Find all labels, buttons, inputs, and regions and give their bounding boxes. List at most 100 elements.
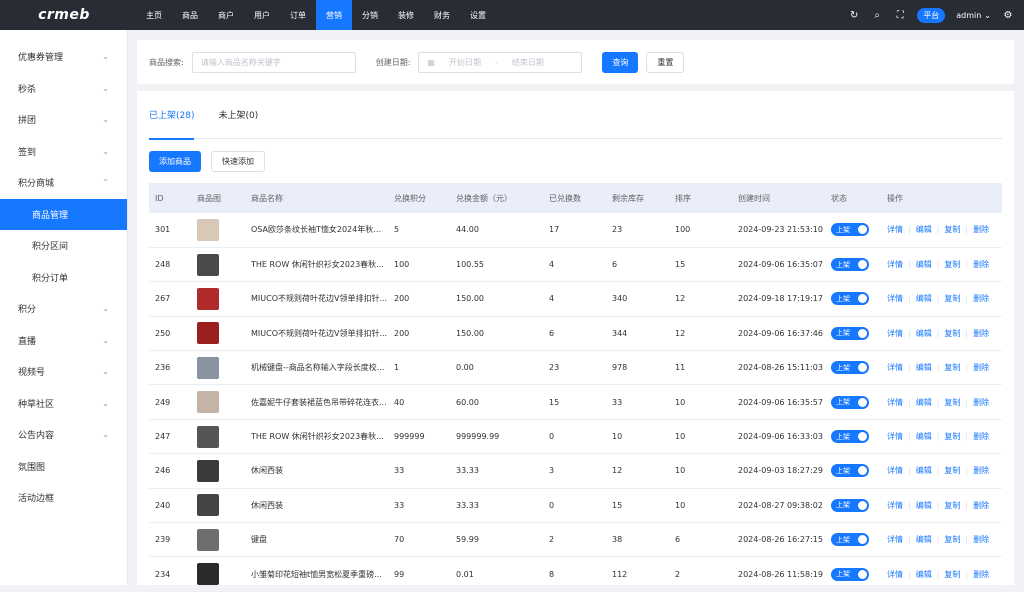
user-menu[interactable]: admin ⌄ — [956, 11, 991, 20]
sidebar-item[interactable]: 公告内容 ⌄ — [0, 419, 127, 451]
status-toggle[interactable]: 上架 — [831, 464, 869, 478]
row-action-link[interactable]: 详情 — [887, 535, 903, 544]
nav-item[interactable]: 订单 — [280, 0, 316, 30]
sidebar-item[interactable]: 优惠券管理 ⌄ — [0, 41, 127, 73]
product-thumbnail[interactable] — [197, 391, 219, 414]
sidebar-item[interactable]: 活动边框 — [0, 482, 127, 514]
row-action-link[interactable]: 复制 — [944, 363, 960, 372]
row-action-link[interactable]: 编辑 — [916, 260, 932, 269]
status-toggle[interactable]: 上架 — [831, 395, 869, 409]
query-button[interactable]: 查询 — [602, 51, 639, 73]
row-action-link[interactable]: 复制 — [944, 329, 960, 338]
row-action-link[interactable]: 编辑 — [916, 570, 932, 579]
product-search-input[interactable]: 请输入商品名称关键字 — [191, 51, 356, 73]
status-toggle[interactable]: 上架 — [831, 361, 869, 375]
gear-icon[interactable]: ⚙ — [1002, 9, 1014, 21]
status-toggle[interactable]: 上架 — [831, 567, 869, 581]
sidebar-item[interactable]: 直播 ⌄ — [0, 325, 127, 357]
nav-item[interactable]: 主页 — [136, 0, 172, 30]
row-action-link[interactable]: 编辑 — [916, 466, 932, 475]
logo[interactable]: crmeb — [0, 0, 128, 30]
row-action-link[interactable]: 删除 — [973, 225, 989, 234]
row-action-link[interactable]: 删除 — [973, 294, 989, 303]
nav-item[interactable]: 财务 — [424, 0, 460, 30]
product-thumbnail[interactable] — [197, 563, 219, 586]
row-action-link[interactable]: 详情 — [887, 432, 903, 441]
row-action-link[interactable]: 编辑 — [916, 329, 932, 338]
row-action-link[interactable]: 详情 — [887, 260, 903, 269]
row-action-link[interactable]: 复制 — [944, 501, 960, 510]
row-action-link[interactable]: 复制 — [944, 466, 960, 475]
status-toggle[interactable]: 上架 — [831, 430, 869, 444]
row-action-link[interactable]: 详情 — [887, 329, 903, 338]
sidebar-item[interactable]: 拼团 ⌄ — [0, 104, 127, 136]
sidebar-item[interactable]: 氛围图 — [0, 451, 127, 483]
row-action-link[interactable]: 详情 — [887, 225, 903, 234]
product-thumbnail[interactable] — [197, 287, 219, 310]
row-action-link[interactable]: 复制 — [944, 570, 960, 579]
row-action-link[interactable]: 删除 — [973, 501, 989, 510]
product-thumbnail[interactable] — [197, 425, 219, 448]
row-action-link[interactable]: 删除 — [973, 398, 989, 407]
product-thumbnail[interactable] — [197, 218, 219, 241]
nav-item[interactable]: 装修 — [388, 0, 424, 30]
row-action-link[interactable]: 复制 — [944, 294, 960, 303]
row-action-link[interactable]: 详情 — [887, 398, 903, 407]
add-product-button[interactable]: 添加商品 — [149, 150, 201, 172]
row-action-link[interactable]: 详情 — [887, 466, 903, 475]
row-action-link[interactable]: 删除 — [973, 363, 989, 372]
row-action-link[interactable]: 复制 — [944, 225, 960, 234]
platform-badge[interactable]: 平台 — [917, 7, 946, 23]
nav-item[interactable]: 用户 — [244, 0, 280, 30]
status-toggle[interactable]: 上架 — [831, 258, 869, 272]
status-toggle[interactable]: 上架 — [831, 223, 869, 237]
product-thumbnail[interactable] — [197, 494, 219, 517]
sidebar-item[interactable]: 积分区间 — [0, 230, 127, 262]
nav-item[interactable]: 商户 — [208, 0, 244, 30]
fullscreen-icon[interactable]: ⛶ — [894, 9, 906, 21]
row-action-link[interactable]: 删除 — [973, 570, 989, 579]
row-action-link[interactable]: 编辑 — [916, 363, 932, 372]
date-range-picker[interactable]: ▦ 开始日期 - 结束日期 — [418, 51, 583, 73]
search-icon[interactable]: ⌕ — [871, 9, 883, 21]
status-toggle[interactable]: 上架 — [831, 326, 869, 340]
status-tab[interactable]: 已上架(28) — [149, 91, 195, 140]
sidebar-item[interactable]: 积分商城 ⌃ — [0, 167, 127, 199]
product-thumbnail[interactable] — [197, 356, 219, 379]
row-action-link[interactable]: 复制 — [944, 260, 960, 269]
product-thumbnail[interactable] — [197, 528, 219, 551]
row-action-link[interactable]: 编辑 — [916, 398, 932, 407]
row-action-link[interactable]: 详情 — [887, 570, 903, 579]
row-action-link[interactable]: 删除 — [973, 260, 989, 269]
sidebar-item[interactable]: 积分订单 — [0, 262, 127, 294]
row-action-link[interactable]: 编辑 — [916, 225, 932, 234]
product-thumbnail[interactable] — [197, 322, 219, 345]
row-action-link[interactable]: 复制 — [944, 398, 960, 407]
nav-item[interactable]: 分销 — [352, 0, 388, 30]
reset-button[interactable]: 重置 — [646, 51, 685, 73]
nav-item[interactable]: 商品 — [172, 0, 208, 30]
row-action-link[interactable]: 删除 — [973, 535, 989, 544]
row-action-link[interactable]: 复制 — [944, 432, 960, 441]
refresh-icon[interactable]: ↻ — [848, 9, 860, 21]
status-toggle[interactable]: 上架 — [831, 498, 869, 512]
product-thumbnail[interactable] — [197, 459, 219, 482]
sidebar-item[interactable]: 视频号 ⌄ — [0, 356, 127, 388]
sidebar-item[interactable]: 秒杀 ⌄ — [0, 73, 127, 105]
row-action-link[interactable]: 删除 — [973, 329, 989, 338]
quick-add-button[interactable]: 快速添加 — [211, 150, 265, 172]
sidebar-item[interactable]: 签到 ⌄ — [0, 136, 127, 168]
sidebar-item[interactable]: 商品管理 — [0, 198, 127, 230]
sidebar-item[interactable]: 积分 ⌄ — [0, 293, 127, 325]
nav-item[interactable]: 设置 — [460, 0, 496, 30]
row-action-link[interactable]: 编辑 — [916, 432, 932, 441]
row-action-link[interactable]: 删除 — [973, 432, 989, 441]
product-thumbnail[interactable] — [197, 253, 219, 276]
row-action-link[interactable]: 编辑 — [916, 535, 932, 544]
row-action-link[interactable]: 编辑 — [916, 501, 932, 510]
row-action-link[interactable]: 删除 — [973, 466, 989, 475]
status-toggle[interactable]: 上架 — [831, 292, 869, 306]
status-tab[interactable]: 未上架(0) — [218, 91, 258, 139]
nav-item[interactable]: 营销 — [316, 0, 352, 30]
row-action-link[interactable]: 详情 — [887, 294, 903, 303]
